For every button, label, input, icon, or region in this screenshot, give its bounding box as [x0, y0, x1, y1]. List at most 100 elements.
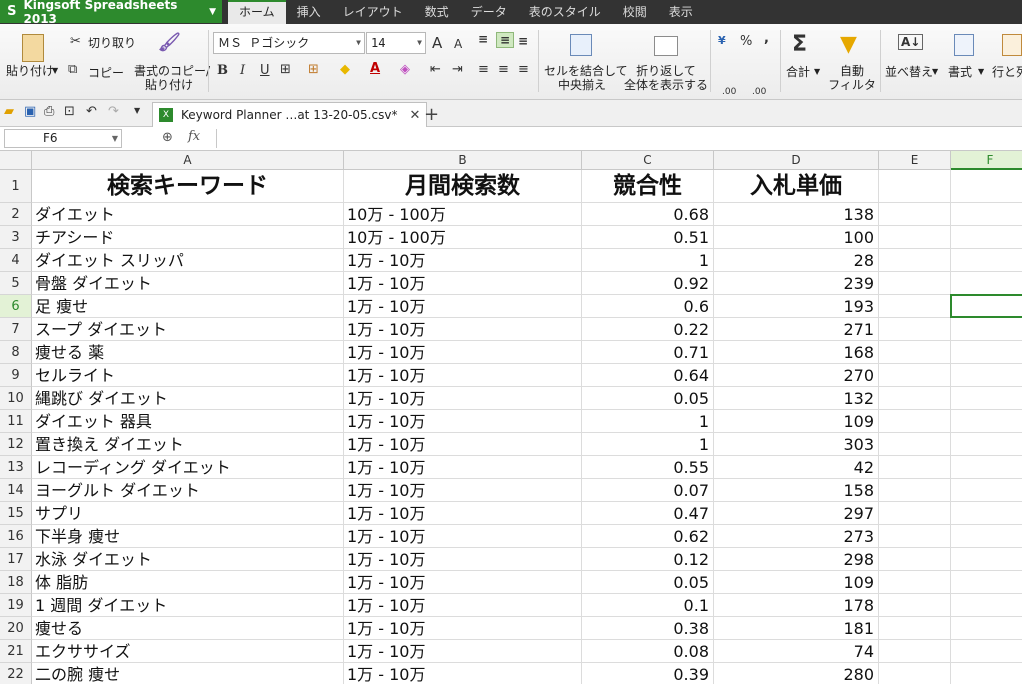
border-icon[interactable]: ⊞: [280, 62, 291, 77]
row-header[interactable]: 13: [0, 456, 32, 479]
table-cell[interactable]: [879, 548, 951, 571]
sum-button[interactable]: 合計: [786, 65, 810, 79]
table-cell[interactable]: 42: [714, 456, 879, 479]
bold-button[interactable]: B: [217, 63, 228, 78]
table-cell[interactable]: [879, 433, 951, 456]
table-cell[interactable]: [879, 170, 951, 203]
tab-home[interactable]: ホーム: [228, 0, 286, 24]
tab-view[interactable]: 表示: [658, 0, 704, 24]
table-cell[interactable]: [951, 318, 1022, 341]
table-cell[interactable]: 1万 - 10万: [344, 364, 582, 387]
fill-pattern-icon[interactable]: ⊞: [308, 62, 319, 77]
row-header[interactable]: 3: [0, 226, 32, 249]
table-cell[interactable]: 0.07: [582, 479, 714, 502]
font-shrink-icon[interactable]: A: [454, 37, 462, 51]
table-cell[interactable]: 1万 - 10万: [344, 272, 582, 295]
table-cell[interactable]: エクササイズ: [32, 640, 344, 663]
table-cell[interactable]: 109: [714, 410, 879, 433]
table-cell[interactable]: [879, 663, 951, 684]
table-cell[interactable]: 132: [714, 387, 879, 410]
table-cell[interactable]: 1万 - 10万: [344, 640, 582, 663]
table-cell[interactable]: 1万 - 10万: [344, 548, 582, 571]
row-header[interactable]: 9: [0, 364, 32, 387]
table-cell[interactable]: 181: [714, 617, 879, 640]
font-name-select[interactable]: ＭＳ Ｐゴシック ▼: [213, 32, 365, 54]
tab-review[interactable]: 校閲: [612, 0, 658, 24]
table-cell[interactable]: 下半身 痩せ: [32, 525, 344, 548]
sort-icon[interactable]: A↓: [898, 34, 924, 50]
table-cell[interactable]: サプリ: [32, 502, 344, 525]
cut-button[interactable]: 切り取り: [88, 36, 136, 50]
table-cell[interactable]: [951, 663, 1022, 684]
table-cell[interactable]: 28: [714, 249, 879, 272]
table-cell[interactable]: 109: [714, 571, 879, 594]
font-size-select[interactable]: 14 ▼: [366, 32, 426, 54]
table-cell[interactable]: 10万 - 100万: [344, 226, 582, 249]
table-cell[interactable]: 239: [714, 272, 879, 295]
column-header-a[interactable]: A: [32, 151, 344, 170]
format-cells-icon[interactable]: [954, 34, 974, 56]
table-cell[interactable]: 0.47: [582, 502, 714, 525]
tab-data[interactable]: データ: [460, 0, 518, 24]
table-cell[interactable]: [951, 203, 1022, 226]
fill-color-icon[interactable]: ◆: [340, 62, 350, 77]
table-cell[interactable]: [951, 571, 1022, 594]
app-menu-button[interactable]: S Kingsoft Spreadsheets 2013 ▼: [0, 0, 222, 26]
print-icon[interactable]: ⎙: [44, 104, 54, 119]
table-cell[interactable]: [951, 341, 1022, 364]
table-cell[interactable]: 158: [714, 479, 879, 502]
table-cell[interactable]: 193: [714, 295, 879, 318]
table-cell[interactable]: [951, 525, 1022, 548]
table-cell[interactable]: [951, 456, 1022, 479]
copy-icon[interactable]: ⧉: [68, 62, 77, 77]
add-tab-icon[interactable]: +: [424, 104, 439, 125]
redo-icon[interactable]: ↷: [108, 104, 119, 119]
table-cell[interactable]: 1万 - 10万: [344, 387, 582, 410]
table-cell[interactable]: 178: [714, 594, 879, 617]
autofilter-button[interactable]: 自動 フィルタ: [826, 64, 878, 92]
tab-formulas[interactable]: 数式: [414, 0, 460, 24]
row-header[interactable]: 2: [0, 203, 32, 226]
selected-cell[interactable]: [950, 294, 1022, 318]
row-header[interactable]: 22: [0, 663, 32, 684]
column-header-b[interactable]: B: [344, 151, 582, 170]
table-cell[interactable]: [879, 295, 951, 318]
close-icon[interactable]: ✕: [409, 108, 420, 123]
print-preview-icon[interactable]: ⊡: [64, 104, 75, 119]
table-cell[interactable]: 縄跳び ダイエット: [32, 387, 344, 410]
row-header[interactable]: 18: [0, 571, 32, 594]
table-cell[interactable]: ダイエット: [32, 203, 344, 226]
table-cell[interactable]: [951, 548, 1022, 571]
row-header[interactable]: 1: [0, 170, 32, 203]
column-title[interactable]: 検索キーワード: [32, 170, 344, 203]
table-cell[interactable]: 0.05: [582, 571, 714, 594]
table-cell[interactable]: 0.08: [582, 640, 714, 663]
table-cell[interactable]: [951, 479, 1022, 502]
paste-icon[interactable]: [22, 34, 44, 62]
table-cell[interactable]: [951, 594, 1022, 617]
indent-increase-icon[interactable]: ⇥: [452, 62, 463, 77]
row-header[interactable]: 5: [0, 272, 32, 295]
table-cell[interactable]: 1万 - 10万: [344, 594, 582, 617]
row-header[interactable]: 8: [0, 341, 32, 364]
insert-function-button[interactable]: fx: [188, 129, 200, 144]
table-cell[interactable]: ヨーグルト ダイエット: [32, 479, 344, 502]
decrease-decimal-button[interactable]: .00: [752, 88, 766, 97]
font-grow-icon[interactable]: A: [432, 34, 442, 52]
column-title[interactable]: 入札単価: [714, 170, 879, 203]
tab-insert[interactable]: 挿入: [286, 0, 332, 24]
table-cell[interactable]: 0.05: [582, 387, 714, 410]
sum-icon[interactable]: Σ: [792, 32, 807, 57]
font-color-icon[interactable]: A: [370, 61, 380, 76]
column-title[interactable]: 競合性: [582, 170, 714, 203]
copy-button[interactable]: コピー: [88, 66, 124, 80]
table-cell[interactable]: 74: [714, 640, 879, 663]
table-cell[interactable]: レコーディング ダイエット: [32, 456, 344, 479]
table-cell[interactable]: 1万 - 10万: [344, 341, 582, 364]
table-cell[interactable]: 1: [582, 249, 714, 272]
paste-dropdown-icon[interactable]: ▼: [52, 64, 58, 78]
column-header-c[interactable]: C: [582, 151, 714, 170]
table-cell[interactable]: 0.38: [582, 617, 714, 640]
undo-icon[interactable]: ↶: [86, 104, 97, 119]
tab-layout[interactable]: レイアウト: [332, 0, 414, 24]
